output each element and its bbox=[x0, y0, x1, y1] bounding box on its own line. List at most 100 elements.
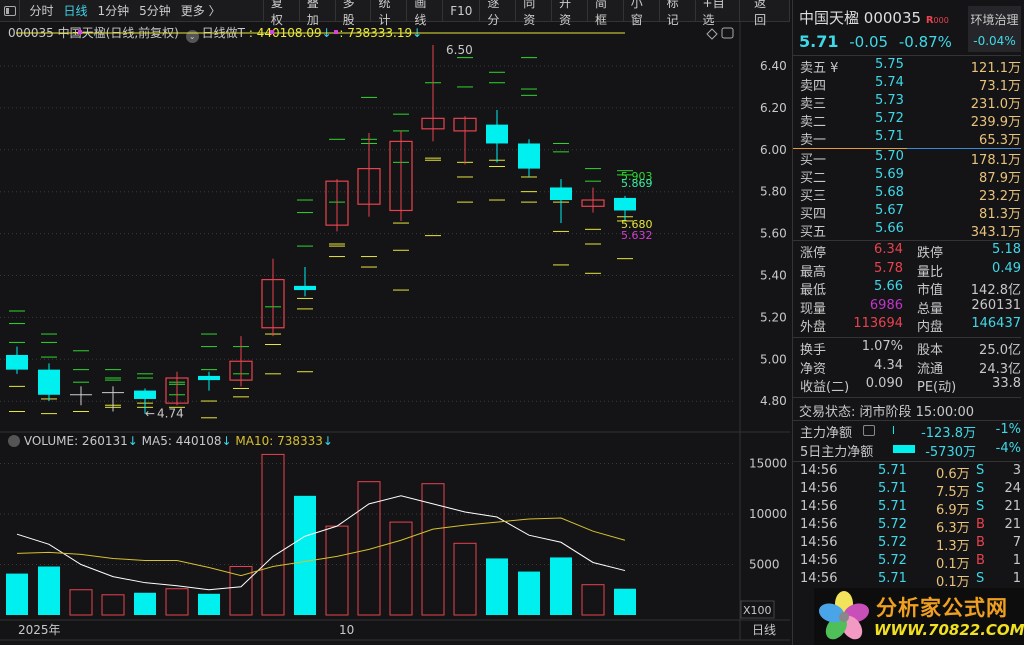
tick-time: 14:56 bbox=[800, 481, 838, 496]
price-tick-label: 5.20 bbox=[760, 310, 787, 324]
stat-row: 最低 5.66 市值 142.8亿 bbox=[793, 279, 1021, 298]
ma5-value: MA5: 440108 bbox=[141, 434, 222, 448]
volume-bar-down bbox=[550, 557, 572, 615]
quote-code: 000035 bbox=[863, 9, 922, 27]
tick-count: 1 bbox=[1012, 571, 1021, 586]
flow-value: -123.8万 bbox=[921, 426, 976, 441]
quote-name: 中国天楹 bbox=[799, 9, 860, 27]
level-volume: 121.1万 bbox=[970, 61, 1021, 76]
ask-row: 卖五 ¥ 5.75 121.1万 bbox=[793, 57, 1021, 76]
stat-value: 113694 bbox=[853, 316, 903, 331]
flow-label: 5日主力净额 bbox=[800, 445, 874, 460]
tick-count: 21 bbox=[1004, 499, 1021, 514]
divider bbox=[793, 420, 1021, 421]
fund-flow-row: 5日主力净额 -5730万 -4% bbox=[793, 441, 1021, 460]
stat-value: 0.090 bbox=[865, 376, 903, 391]
price-tick-label: 5.40 bbox=[760, 269, 787, 283]
level-volume: 343.1万 bbox=[970, 225, 1021, 240]
tick-count: 1 bbox=[1012, 553, 1021, 568]
candle-body-down bbox=[294, 285, 316, 291]
level-volume: 81.3万 bbox=[979, 207, 1021, 222]
volume-dropdown-icon[interactable] bbox=[8, 435, 20, 447]
list-icon[interactable] bbox=[863, 425, 875, 436]
volume-bar-down bbox=[294, 495, 316, 615]
tick-volume: 1.3万 bbox=[936, 539, 970, 554]
divider bbox=[793, 461, 1021, 462]
quote-price-line: 5.71 -0.05 -0.87% bbox=[799, 32, 952, 51]
tick-price: 5.72 bbox=[878, 535, 907, 550]
volume-bar-up bbox=[325, 525, 349, 616]
level-label: 卖三 bbox=[800, 97, 827, 112]
stat-label: 涨停 bbox=[800, 246, 827, 261]
volume-bar-down bbox=[486, 558, 508, 615]
tick-side: S bbox=[976, 571, 985, 586]
tick-volume: 6.3万 bbox=[936, 521, 970, 536]
stat-label: 跌停 bbox=[917, 246, 944, 261]
watermark-title: 分析家公式网 bbox=[876, 596, 1008, 620]
candle-body-down bbox=[518, 143, 540, 169]
level-volume: 73.1万 bbox=[979, 79, 1021, 94]
level-volume: 65.3万 bbox=[979, 133, 1021, 148]
stat-value: 33.8 bbox=[992, 376, 1021, 391]
candle-body-down bbox=[134, 390, 156, 399]
tick-row: 14:56 5.71 7.5万 S 24 bbox=[793, 481, 1021, 500]
sector-box[interactable]: 环境治理 -0.04% bbox=[968, 6, 1021, 52]
tick-price: 5.71 bbox=[878, 571, 907, 586]
level-price: 5.72 bbox=[875, 111, 904, 126]
stat-label: 流通 bbox=[917, 361, 944, 377]
price-tick-label: 5.00 bbox=[760, 352, 787, 366]
tick-volume: 7.5万 bbox=[936, 485, 970, 500]
level-price: 5.73 bbox=[875, 93, 904, 108]
volume-unit: X100 bbox=[743, 604, 772, 617]
period-label: 日线 bbox=[752, 623, 776, 637]
volume-bar-down bbox=[134, 592, 156, 615]
stat-label: 股本 bbox=[917, 343, 944, 358]
level-volume: 231.0万 bbox=[970, 97, 1021, 112]
level-volume: 87.9万 bbox=[979, 171, 1021, 186]
diamond-icon bbox=[706, 28, 718, 40]
level-label: 卖二 bbox=[800, 115, 827, 130]
tick-row: 14:56 5.72 1.3万 B 7 bbox=[793, 535, 1021, 554]
stat-value: 1.07% bbox=[861, 339, 903, 354]
tick-row: 14:56 5.72 0.1万 B 1 bbox=[793, 553, 1021, 572]
tick-row: 14:56 5.71 6.9万 S 21 bbox=[793, 499, 1021, 518]
date-label: 10 bbox=[339, 623, 354, 637]
down-arrow-icon: ↓ bbox=[221, 434, 232, 448]
stat-label: PE(动) bbox=[917, 380, 957, 395]
price-tick-label: 5.80 bbox=[760, 185, 787, 199]
candle-body-down bbox=[198, 375, 220, 381]
tick-time: 14:56 bbox=[800, 571, 838, 586]
tick-side: S bbox=[976, 481, 985, 496]
volume-bar-up bbox=[453, 542, 477, 616]
level-price: 5.68 bbox=[875, 185, 904, 200]
volume-bar-up bbox=[165, 588, 189, 616]
stat-value: 4.34 bbox=[874, 357, 903, 373]
candle-body-down bbox=[38, 369, 60, 395]
level-label: 买二 bbox=[800, 171, 827, 186]
volume-bar-up bbox=[389, 521, 413, 616]
tick-time: 14:56 bbox=[800, 553, 838, 568]
low-label: 4.74 bbox=[157, 407, 184, 421]
level-label: 买一 bbox=[800, 153, 827, 168]
volume-tick-label: 15000 bbox=[749, 457, 787, 471]
level-price: 5.71 bbox=[875, 129, 904, 144]
tick-time: 14:56 bbox=[800, 535, 838, 550]
tick-time: 14:56 bbox=[800, 499, 838, 514]
tick-volume: 6.9万 bbox=[936, 503, 970, 518]
tick-price: 5.71 bbox=[878, 463, 907, 478]
margin-badge-num: 000 bbox=[933, 16, 949, 25]
tick-time: 14:56 bbox=[800, 517, 838, 532]
stat-value: 6.34 bbox=[874, 242, 903, 257]
tick-volume: 0.1万 bbox=[936, 557, 970, 572]
stat-value: 6986 bbox=[869, 297, 903, 313]
bid-row: 买三 5.68 23.2万 bbox=[793, 185, 1021, 204]
bid-row: 买一 5.70 178.1万 bbox=[793, 149, 1021, 168]
stat-value: 142.8亿 bbox=[970, 283, 1021, 298]
divider bbox=[793, 397, 1021, 398]
volume-bar-down bbox=[38, 566, 60, 615]
stat-label: 内盘 bbox=[917, 320, 944, 335]
volume-bar-up bbox=[101, 594, 125, 616]
level-label: 买五 bbox=[800, 225, 827, 240]
kline-chart[interactable]: 6.40 6.20 6.00 5.80 5.60 5.40 5.20 5.00 4.80 1500… bbox=[0, 0, 790, 645]
stat-row: 换手 1.07% 股本 25.0亿 bbox=[793, 339, 1021, 358]
